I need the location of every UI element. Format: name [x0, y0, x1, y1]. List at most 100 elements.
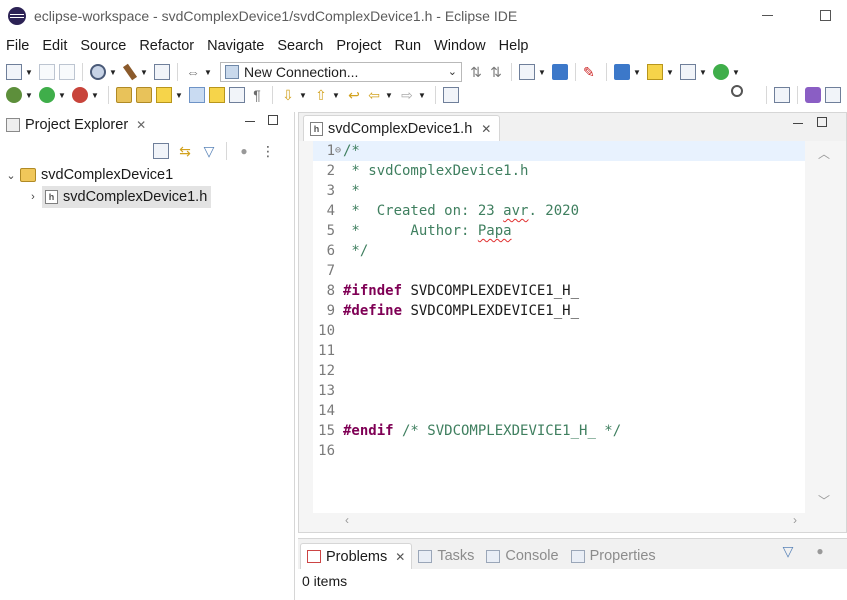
code-line[interactable]: 12: [313, 361, 805, 381]
open-console-icon[interactable]: [552, 64, 568, 80]
new-folder-icon[interactable]: [647, 64, 663, 80]
connect-icon[interactable]: ⇅: [468, 64, 484, 80]
close-icon[interactable]: ✕: [136, 118, 146, 132]
vertical-scrollbar[interactable]: ︿ ﹀: [810, 141, 840, 513]
debug-dropdown-icon[interactable]: ▼: [24, 87, 34, 103]
open-perspective-icon[interactable]: [774, 87, 790, 103]
disconnect-icon[interactable]: ⇅: [488, 64, 504, 80]
menu-run[interactable]: Run: [394, 38, 421, 54]
pin-editor-icon[interactable]: [443, 87, 459, 103]
code-line[interactable]: 16: [313, 441, 805, 461]
open-type-icon[interactable]: [116, 87, 132, 103]
new-class-icon[interactable]: [614, 64, 630, 80]
next-annotation-dropdown-icon[interactable]: ▼: [298, 87, 308, 103]
binary-icon[interactable]: [154, 64, 170, 80]
sync-dropdown-icon[interactable]: ▼: [203, 64, 213, 80]
code-line[interactable]: 9 #define SVDCOMPLEXDEVICE1_H_: [313, 301, 805, 321]
new-cpp-dropdown-icon[interactable]: ▼: [731, 64, 741, 80]
menu-help[interactable]: Help: [499, 38, 529, 54]
close-icon[interactable]: ✕: [481, 122, 491, 136]
build-hammer-icon[interactable]: [122, 63, 138, 81]
collapse-all-icon[interactable]: [153, 143, 169, 159]
menu-project[interactable]: Project: [336, 38, 381, 54]
new-dropdown-icon[interactable]: ▼: [24, 64, 34, 80]
external-tools-icon[interactable]: [72, 87, 88, 103]
code-line[interactable]: 11: [313, 341, 805, 361]
tab-tasks[interactable]: Tasks: [412, 543, 480, 569]
tree-item-file[interactable]: › h svdComplexDevice1.h: [0, 186, 294, 208]
chevron-down-icon[interactable]: ⌄: [448, 63, 457, 81]
horizontal-scrollbar[interactable]: ‹ ›: [313, 513, 805, 531]
highlight-toggle-icon[interactable]: [189, 87, 205, 103]
code-line[interactable]: 1 ⊖/*: [313, 141, 805, 161]
new-source-file-icon[interactable]: [680, 64, 696, 80]
menu-source[interactable]: Source: [80, 38, 126, 54]
focus-icon[interactable]: ●: [812, 543, 828, 559]
settings-icon[interactable]: [90, 64, 106, 80]
forward-icon[interactable]: ⇨: [399, 87, 415, 103]
debug-icon[interactable]: [6, 87, 22, 103]
terminal-icon[interactable]: [519, 64, 535, 80]
next-annotation-icon[interactable]: ⇩: [280, 87, 296, 103]
search-dropdown-icon[interactable]: ▼: [174, 87, 184, 103]
word-wrap-icon[interactable]: [229, 87, 245, 103]
filter-icon[interactable]: ▽: [201, 143, 217, 159]
last-edit-icon[interactable]: ↩: [346, 87, 362, 103]
chevron-down-icon[interactable]: ⌄: [4, 169, 18, 182]
scroll-right-icon[interactable]: ›: [793, 513, 797, 527]
menu-file[interactable]: File: [6, 38, 29, 54]
menu-window[interactable]: Window: [434, 38, 486, 54]
new-folder-dropdown-icon[interactable]: ▼: [665, 64, 675, 80]
code-line[interactable]: 15 #endif /* SVDCOMPLEXDEVICE1_H_ */: [313, 421, 805, 441]
code-line[interactable]: 14: [313, 401, 805, 421]
save-icon[interactable]: [39, 64, 55, 80]
new-cpp-class-icon[interactable]: [713, 64, 729, 80]
tab-project-explorer[interactable]: Project Explorer ✕: [0, 112, 152, 138]
build-dropdown-icon[interactable]: ▼: [139, 64, 149, 80]
code-line[interactable]: 10: [313, 321, 805, 341]
run-dropdown-icon[interactable]: ▼: [57, 87, 67, 103]
back-icon[interactable]: ⇦: [366, 87, 382, 103]
run-icon[interactable]: [39, 87, 55, 103]
scroll-left-icon[interactable]: ‹: [345, 513, 349, 527]
code-line[interactable]: 7: [313, 261, 805, 281]
block-selection-icon[interactable]: [209, 87, 225, 103]
code-line[interactable]: 3 *: [313, 181, 805, 201]
code-line[interactable]: 4 * Created on: 23 avr. 2020: [313, 201, 805, 221]
chevron-right-icon[interactable]: ›: [26, 191, 40, 203]
forward-dropdown-icon[interactable]: ▼: [417, 87, 427, 103]
scroll-up-icon[interactable]: ︿: [818, 145, 830, 162]
code-editor[interactable]: 1 ⊖/* 2 * svdComplexDevice1.h 3 * 4 * Create…: [313, 141, 805, 513]
code-line[interactable]: 5 * Author: Papa: [313, 221, 805, 241]
view-menu-icon[interactable]: ⋮: [260, 143, 276, 159]
pin-icon[interactable]: ✎: [583, 64, 599, 80]
perspective-cpp-icon[interactable]: [825, 87, 841, 103]
minimize-button[interactable]: [752, 4, 782, 26]
tab-properties[interactable]: Properties: [565, 543, 662, 569]
previous-annotation-dropdown-icon[interactable]: ▼: [331, 87, 341, 103]
terminal-dropdown-icon[interactable]: ▼: [537, 64, 547, 80]
settings-dropdown-icon[interactable]: ▼: [108, 64, 118, 80]
maximize-button[interactable]: [810, 4, 840, 26]
menu-edit[interactable]: Edit: [42, 38, 67, 54]
scroll-down-icon[interactable]: ﹀: [818, 492, 830, 509]
maximize-view-button[interactable]: [268, 115, 278, 125]
close-icon[interactable]: ✕: [395, 550, 405, 564]
code-line[interactable]: 6 */: [313, 241, 805, 261]
minimize-view-button[interactable]: [245, 115, 255, 122]
connection-select[interactable]: New Connection... ⌄: [220, 62, 462, 82]
open-element-icon[interactable]: [136, 87, 152, 103]
sync-arrows-icon[interactable]: ⇔: [185, 64, 201, 80]
search-marker-icon[interactable]: [156, 87, 172, 103]
link-with-editor-icon[interactable]: ⇆: [177, 143, 193, 159]
filter-icon[interactable]: ▽: [780, 543, 796, 559]
menu-navigate[interactable]: Navigate: [207, 38, 264, 54]
maximize-editor-button[interactable]: [817, 117, 827, 127]
focus-icon[interactable]: ●: [236, 143, 252, 159]
tab-console[interactable]: Console: [480, 543, 564, 569]
fold-collapse-icon[interactable]: ⊖: [335, 141, 343, 161]
new-class-dropdown-icon[interactable]: ▼: [632, 64, 642, 80]
search-icon[interactable]: [731, 85, 747, 103]
code-line[interactable]: 2 * svdComplexDevice1.h: [313, 161, 805, 181]
tab-editor-file[interactable]: h svdComplexDevice1.h ✕: [303, 115, 501, 141]
